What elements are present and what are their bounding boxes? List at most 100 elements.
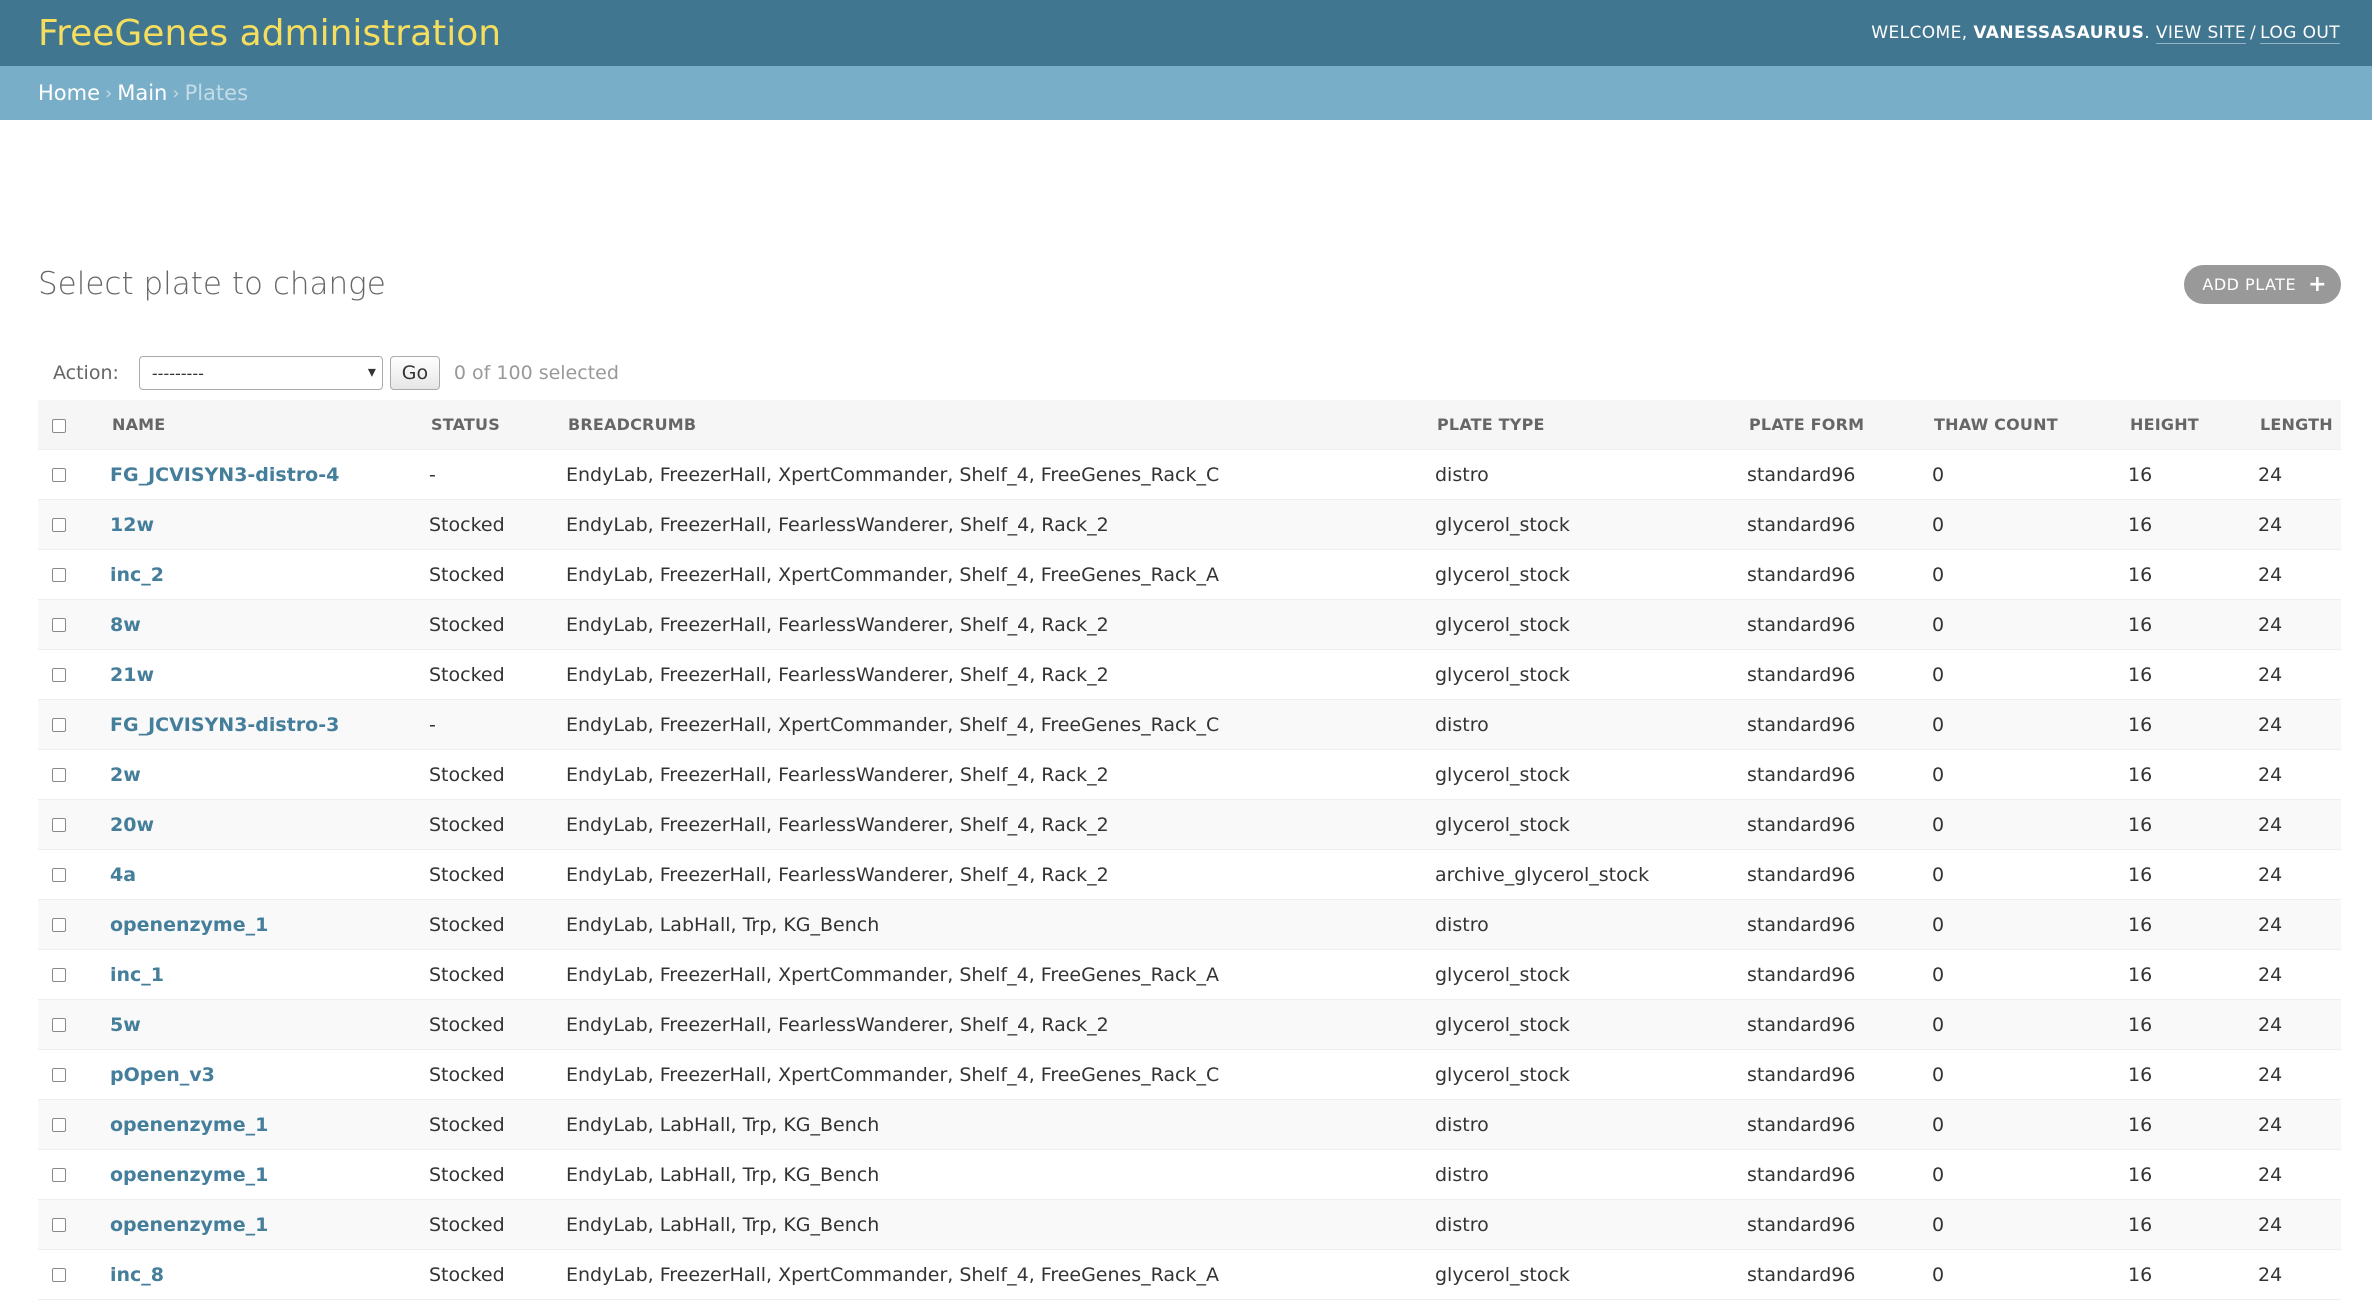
table-row: openenzyme_1 Stocked EndyLab, LabHall, Trp… [38,899,2341,950]
plate-link[interactable]: openenzyme_1 [110,1214,268,1236]
breadcrumb-main[interactable]: Main [117,81,167,105]
table-header-row: Name Status Breadcrumb Plate type Plate … [38,400,2341,450]
row-checkbox-cell [38,699,108,750]
column-header-status[interactable]: Status [427,400,564,450]
plate-link[interactable]: openenzyme_1 [110,1114,268,1136]
length-cell: 24 [2256,1099,2341,1150]
breadcrumb-cell: EndyLab, LabHall, Trp, KG_Bench [564,1149,1433,1200]
row-checkbox[interactable] [52,468,66,482]
plate-link[interactable]: FG_JCVISYN3-distro-3 [110,714,339,736]
row-checkbox[interactable] [52,1218,66,1232]
table-row: inc_8 Stocked EndyLab, FreezerHall, XpertC… [38,1249,2341,1300]
row-checkbox[interactable] [52,968,66,982]
status-cell: Stocked [427,999,564,1050]
plate-link[interactable]: pOpen_v3 [110,1064,215,1086]
plate-form-cell: standard96 [1745,949,1930,1000]
row-checkbox[interactable] [52,868,66,882]
row-checkbox[interactable] [52,618,66,632]
log-out-link[interactable]: Log out [2260,23,2340,44]
row-checkbox-cell [38,1149,108,1200]
view-site-link[interactable]: View site [2155,23,2247,44]
thaw-count-cell: 0 [1930,999,2126,1050]
plate-link[interactable]: 5w [110,1014,141,1036]
column-header-thaw-count[interactable]: Thaw count [1930,400,2126,450]
plate-link[interactable]: FG_JCVISYN3-distro-4 [110,464,339,486]
plate-link[interactable]: 12w [110,514,154,536]
plate-link[interactable]: inc_8 [110,1264,164,1286]
row-checkbox-cell [38,749,108,800]
length-cell: 24 [2256,649,2341,700]
add-plate-button[interactable]: Add plate + [2184,265,2341,304]
status-cell: Stocked [427,849,564,900]
column-header-length[interactable]: Length [2256,400,2341,450]
row-checkbox[interactable] [52,718,66,732]
length-cell: 24 [2256,449,2341,500]
site-title[interactable]: FreeGenes administration [38,13,501,54]
plate-link[interactable]: inc_2 [110,564,164,586]
plate-form-cell: standard96 [1745,1249,1930,1300]
length-cell: 24 [2256,749,2341,800]
row-checkbox[interactable] [52,668,66,682]
status-cell: Stocked [427,1199,564,1250]
plate-link[interactable]: 21w [110,664,154,686]
row-checkbox-cell [38,999,108,1050]
breadcrumb-home[interactable]: Home [38,81,100,105]
row-checkbox-cell [38,1099,108,1150]
row-checkbox[interactable] [52,768,66,782]
breadcrumb-cell: EndyLab, FreezerHall, XpertCommander, Sh… [564,949,1433,1000]
row-checkbox[interactable] [52,918,66,932]
plate-link[interactable]: openenzyme_1 [110,1164,268,1186]
plate-link[interactable]: 8w [110,614,141,636]
plate-link[interactable]: openenzyme_1 [110,914,268,936]
column-header-plate-type[interactable]: Plate type [1433,400,1745,450]
breadcrumb-cell: EndyLab, FreezerHall, FearlessWanderer, … [564,849,1433,900]
row-checkbox[interactable] [52,1018,66,1032]
length-cell: 24 [2256,1249,2341,1300]
row-checkbox[interactable] [52,818,66,832]
separator: / [2250,23,2257,43]
breadcrumb-cell: EndyLab, FreezerHall, FearlessWanderer, … [564,649,1433,700]
plate-type-cell: distro [1433,1149,1745,1200]
column-header-breadcrumb[interactable]: Breadcrumb [564,400,1433,450]
row-checkbox[interactable] [52,1118,66,1132]
table-body: FG_JCVISYN3-distro-4- EndyLab, FreezerHal… [38,449,2341,1300]
breadcrumb-cell: EndyLab, LabHall, Trp, KG_Bench [564,1199,1433,1250]
plate-form-cell: standard96 [1745,899,1930,950]
column-header-plate-form[interactable]: Plate form [1745,400,1930,450]
name-cell: 12w [108,499,427,550]
name-cell: 2w [108,749,427,800]
action-select[interactable]: --------- ▾ [138,356,383,390]
thaw-count-cell: 0 [1930,1099,2126,1150]
page-title: Select plate to change [38,266,386,302]
row-checkbox[interactable] [52,518,66,532]
row-checkbox[interactable] [52,1168,66,1182]
name-cell: openenzyme_1 [108,1199,427,1250]
table-row: 2w Stocked EndyLab, FreezerHall, FearlessW… [38,749,2341,800]
column-header-name[interactable]: Name [108,400,427,450]
plate-form-cell: standard96 [1745,999,1930,1050]
height-cell: 16 [2126,599,2256,650]
plate-type-cell: glycerol_stock [1433,649,1745,700]
length-cell: 24 [2256,1149,2341,1200]
row-checkbox[interactable] [52,1268,66,1282]
row-checkbox[interactable] [52,1068,66,1082]
plate-link[interactable]: 2w [110,764,141,786]
length-cell: 24 [2256,549,2341,600]
user-tools: Welcome, vanessasaurus. View site / Log ou… [1871,23,2340,44]
plate-link[interactable]: inc_1 [110,964,164,986]
plate-link[interactable]: 4a [110,864,136,886]
go-button[interactable]: Go [389,356,440,390]
status-cell: Stocked [427,899,564,950]
table-row: 8w Stocked EndyLab, FreezerHall, FearlessW… [38,599,2341,650]
row-checkbox[interactable] [52,568,66,582]
plate-type-cell: distro [1433,899,1745,950]
column-header-height[interactable]: Height [2126,400,2256,450]
status-cell: Stocked [427,949,564,1000]
plate-link[interactable]: 20w [110,814,154,836]
add-plate-label: Add plate [2202,275,2297,294]
plate-form-cell: standard96 [1745,799,1930,850]
select-all-checkbox[interactable] [52,418,66,433]
plate-type-cell: glycerol_stock [1433,749,1745,800]
table-row: inc_1 Stocked EndyLab, FreezerHall, XpertC… [38,949,2341,1000]
thaw-count-cell: 0 [1930,949,2126,1000]
